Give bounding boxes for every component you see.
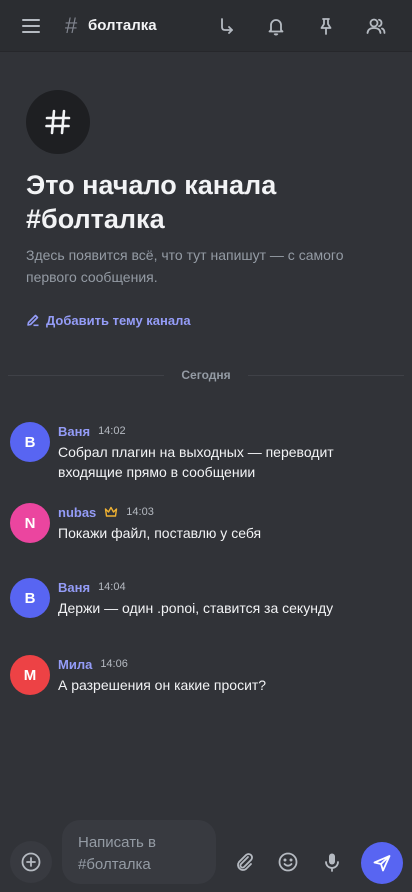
microphone-icon[interactable]	[320, 850, 344, 874]
message-author[interactable]: Ваня	[58, 580, 90, 595]
message-time: 14:04	[98, 581, 126, 593]
message-text: А разрешения он какие просит?	[58, 677, 267, 693]
message-input[interactable]: Написать в #болталка	[62, 820, 216, 884]
pin-icon[interactable]	[315, 15, 337, 37]
emoji-icon[interactable]	[276, 850, 300, 874]
members-icon[interactable]	[365, 15, 387, 37]
paperclip-icon[interactable]	[232, 850, 256, 874]
send-icon	[373, 855, 391, 872]
channel-hash-badge	[26, 90, 90, 154]
avatar[interactable]: B	[10, 422, 50, 462]
message-text: Собрал плагин на выходных — переводит вх…	[58, 444, 334, 480]
message-text: Держи — один .ponoi, ставится за секунду	[58, 600, 334, 616]
avatar[interactable]: N	[10, 503, 50, 543]
menu-icon[interactable]	[22, 16, 42, 36]
avatar[interactable]: M	[10, 655, 50, 695]
hash-icon	[45, 109, 71, 135]
threads-icon[interactable]	[216, 15, 238, 37]
date-divider: Сегодня	[8, 367, 404, 385]
channel-header: # болталка	[0, 0, 412, 52]
avatar[interactable]: B	[10, 578, 50, 618]
message-author[interactable]: nubas	[58, 505, 96, 520]
message-text: Покажи файл, поставлю у себя	[58, 525, 262, 541]
pencil-icon	[27, 314, 39, 327]
message-input-placeholder-line1: Написать в	[78, 834, 157, 851]
plus-icon	[21, 852, 41, 872]
message-time: 14:02	[98, 425, 126, 437]
hash-icon: #	[65, 13, 78, 38]
composer: Написать в #болталка	[0, 815, 412, 892]
message-input-placeholder-line2: #болталка	[78, 856, 151, 873]
bell-icon[interactable]	[265, 15, 287, 37]
message-author[interactable]: Ваня	[58, 424, 90, 439]
add-topic-link[interactable]: Добавить тему канала	[26, 311, 191, 329]
message-author[interactable]: Мила	[58, 657, 92, 672]
crown-icon	[104, 506, 118, 518]
intro-subtitle: Здесь появится всё, что тут напишут — с …	[26, 247, 344, 285]
add-topic-label: Добавить тему канала	[46, 312, 191, 328]
channel-title: болталка	[88, 17, 157, 34]
message-time: 14:03	[126, 506, 154, 518]
add-attachment-button[interactable]	[10, 841, 52, 883]
intro-title: Это начало канала #болталка	[26, 170, 277, 234]
send-button[interactable]	[361, 842, 403, 884]
message-time: 14:06	[100, 658, 128, 670]
date-divider-label: Сегодня	[181, 368, 231, 382]
